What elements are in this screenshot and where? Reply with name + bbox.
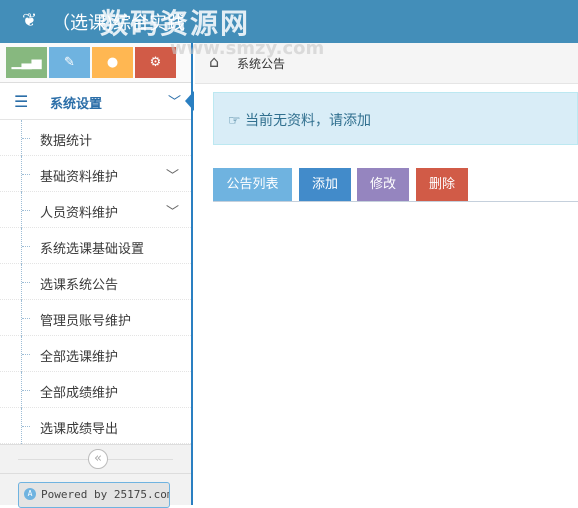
sidebar-item-label: 选课系统公告 <box>40 278 119 293</box>
tree-line <box>21 336 30 372</box>
tree-line <box>21 300 30 336</box>
menu-header-label: 系统设置 <box>50 97 103 112</box>
sidebar-item-label: 数据统计 <box>40 134 93 149</box>
chevron-down-icon: ﹀ <box>165 169 179 184</box>
shortcuts: ▁▃▅ ✎ ● ⚙ <box>0 43 191 83</box>
info-alert: ☞ 当前无资料，请添加 <box>213 92 578 145</box>
tree-line <box>21 192 30 228</box>
menu-system-settings[interactable]: ☰ 系统设置 ﹀ <box>0 83 194 120</box>
signal-icon[interactable]: ▁▃▅ <box>6 47 47 78</box>
users-icon[interactable]: ● <box>92 47 133 78</box>
action-buttons: 公告列表 添加 修改 删除 <box>213 168 578 202</box>
chevron-down-icon: ﹀ <box>167 95 181 110</box>
powered-by: A Powered by 25175.com <box>18 482 170 508</box>
tree-line <box>21 120 30 156</box>
header: ❦ （选课)综合实践 数码资源网 <box>0 0 578 43</box>
sidebar-item[interactable]: 数据统计 <box>0 120 191 156</box>
sidebar-item-label: 全部选课维护 <box>40 350 119 365</box>
tree-line <box>21 156 30 192</box>
sidebar-item[interactable]: 全部成绩维护 <box>0 372 191 408</box>
sidebar-item-label: 管理员账号维护 <box>40 314 132 329</box>
sidebar-item[interactable]: 选课成绩导出 <box>0 408 191 444</box>
notice-list-tab[interactable]: 公告列表 <box>213 168 292 201</box>
tree-line <box>21 264 30 300</box>
list-icon: ☰ <box>14 92 29 111</box>
double-chevron-left-icon[interactable]: « <box>88 449 108 469</box>
sidebar-collapse: « <box>0 444 191 474</box>
edit-button[interactable]: 修改 <box>357 168 409 201</box>
sidebar-item-label: 系统选课基础设置 <box>40 242 145 257</box>
watermark: 数码资源网 <box>100 7 251 40</box>
leaf-icon: ❦ <box>22 10 38 31</box>
delete-button[interactable]: 删除 <box>416 168 468 201</box>
sidebar-item[interactable]: 系统选课基础设置 <box>0 228 191 264</box>
sidebar-item[interactable]: 全部选课维护 <box>0 336 191 372</box>
tree-line <box>21 408 30 444</box>
sidebar-item-label: 人员资料维护 <box>40 206 119 221</box>
alert-text: 当前无资料，请添加 <box>245 113 372 129</box>
sidebar-item-label: 全部成绩维护 <box>40 386 119 401</box>
watermark-url: www.smzy.com <box>170 38 325 59</box>
add-button[interactable]: 添加 <box>299 168 351 201</box>
sidebar: ▁▃▅ ✎ ● ⚙ ☰ 系统设置 ﹀ 数据统计基础资料维护 ﹀ 人员资料维护 ﹀ 系统选课基础… <box>0 43 194 508</box>
tree-line <box>21 372 30 408</box>
sidebar-item[interactable]: 选课系统公告 <box>0 264 191 300</box>
sidebar-item-label: 基础资料维护 <box>40 170 119 185</box>
sidebar-item[interactable]: 基础资料维护 ﹀ <box>0 156 191 192</box>
pencil-icon[interactable]: ✎ <box>49 47 90 78</box>
hand-right-icon: ☞ <box>228 113 241 129</box>
active-arrow <box>185 91 194 111</box>
sidebar-item-label: 选课成绩导出 <box>40 422 119 437</box>
tree-line <box>21 228 30 264</box>
chevron-down-icon: ﹀ <box>165 205 179 220</box>
a-icon: A <box>24 488 36 500</box>
sidebar-item[interactable]: 管理员账号维护 <box>0 300 191 336</box>
sidebar-item[interactable]: 人员资料维护 ﹀ <box>0 192 191 228</box>
